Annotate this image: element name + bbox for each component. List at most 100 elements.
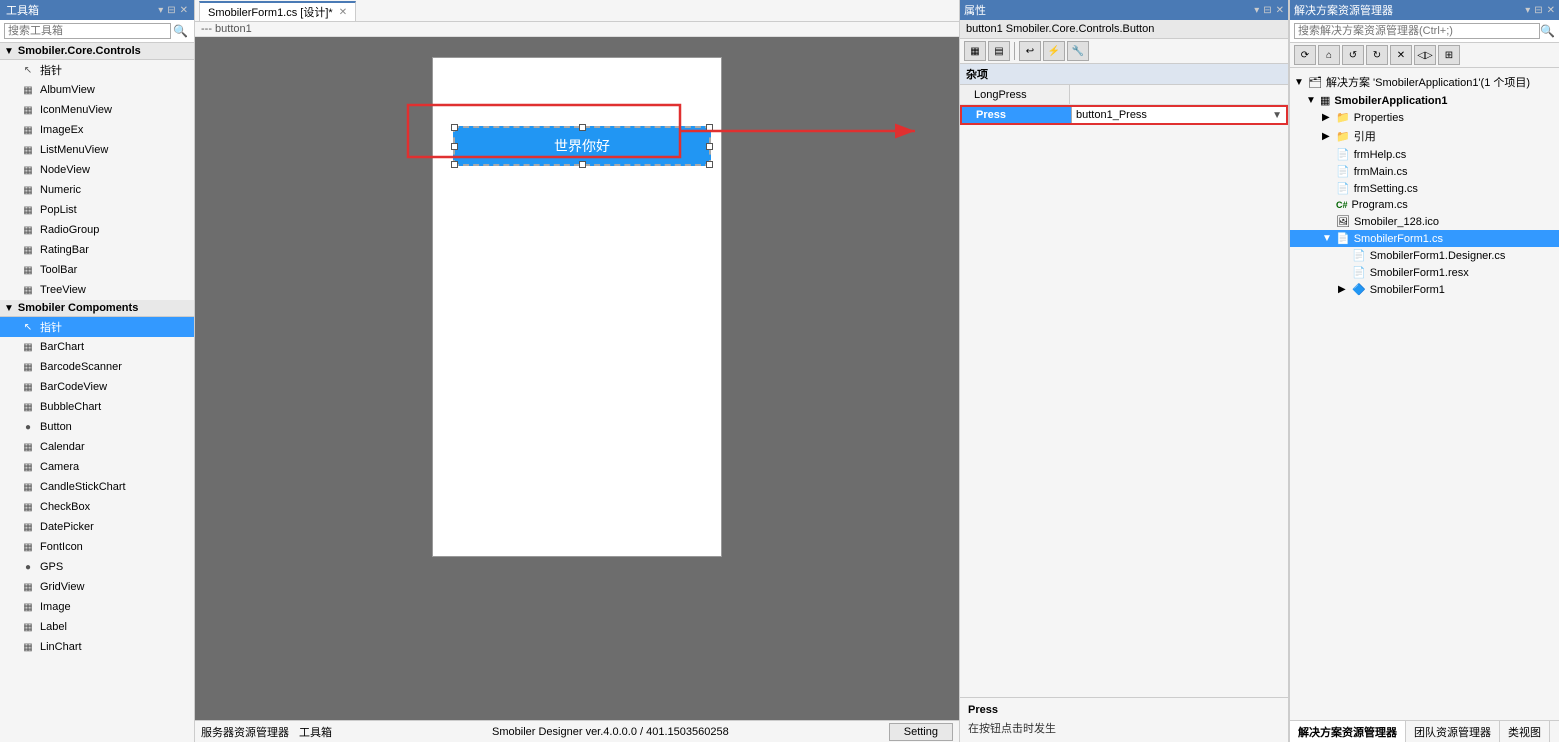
toolbox-pin-btn[interactable]: ▾ xyxy=(158,5,163,16)
solution-close-btn[interactable]: ✕ xyxy=(1547,5,1555,16)
sol-toolbar-btn-3[interactable]: ↺ xyxy=(1342,45,1364,65)
sol-toolbar-btn-6[interactable]: ◁▷ xyxy=(1414,45,1436,65)
sol-item-smobilerform1-node[interactable]: ▶ 🔷 SmobilerForm1 xyxy=(1290,281,1559,298)
resize-handle-t[interactable] xyxy=(579,124,586,131)
properties-dock-btn[interactable]: ⊟ xyxy=(1263,5,1271,16)
prop-toolbar-list-btn[interactable]: ▤ xyxy=(988,41,1010,61)
toolbox-item-datepicker[interactable]: ▦ DatePicker xyxy=(0,517,194,537)
sol-toolbar-btn-5[interactable]: ✕ xyxy=(1390,45,1412,65)
solution-pin-btn[interactable]: ▾ xyxy=(1525,5,1530,16)
toolbox-item-gridview[interactable]: ▦ GridView xyxy=(0,577,194,597)
toolbox-item-listmenuview[interactable]: ▦ ListMenuView xyxy=(0,140,194,160)
toolbox-item-radiogroup[interactable]: ▦ RadioGroup xyxy=(0,220,194,240)
toolbox-item-barcodeview[interactable]: ▦ BarCodeView xyxy=(0,377,194,397)
sol-toolbar-btn-4[interactable]: ↻ xyxy=(1366,45,1388,65)
prop-toolbar-grid-btn[interactable]: ▦ xyxy=(964,41,986,61)
prop-longpress-value[interactable] xyxy=(1070,85,1288,104)
prop-row-longpress[interactable]: LongPress xyxy=(960,85,1288,105)
toolbox-item-iconmenuview[interactable]: ▦ IconMenuView xyxy=(0,100,194,120)
sol-item-properties[interactable]: ▶ 📁 Properties xyxy=(1290,109,1559,126)
toolbox-item-fonticon[interactable]: ▦ FontIcon xyxy=(0,537,194,557)
prop-row-press-highlighted[interactable]: Press button1_Press ▼ xyxy=(960,105,1288,125)
solution-search-input[interactable] xyxy=(1294,23,1540,39)
sol-item-frmsetting[interactable]: 📄 frmSetting.cs xyxy=(1290,180,1559,197)
toolbox-item-bubblechart[interactable]: ▦ BubbleChart xyxy=(0,397,194,417)
resize-handle-b[interactable] xyxy=(579,161,586,168)
toolbox-item-albumview[interactable]: ▦ AlbumView xyxy=(0,80,194,100)
sol-label-2: Properties xyxy=(1354,112,1404,124)
toolbox-item-ratingbar[interactable]: ▦ RatingBar xyxy=(0,240,194,260)
toolbox-item-checkbox[interactable]: ▦ CheckBox xyxy=(0,497,194,517)
status-toolbox[interactable]: 工具箱 xyxy=(299,724,332,740)
designer-canvas[interactable]: 世界你好 xyxy=(195,37,959,720)
sol-item-app[interactable]: ▼ ▦ SmobilerApplication1 xyxy=(1290,92,1559,109)
sol-item-program[interactable]: C# Program.cs xyxy=(1290,197,1559,213)
sol-toolbar-btn-2[interactable]: ⌂ xyxy=(1318,45,1340,65)
properties-close-btn[interactable]: ✕ xyxy=(1276,5,1284,16)
toolbox-item-button[interactable]: ● Button xyxy=(0,417,194,437)
sol-tab-class[interactable]: 类视图 xyxy=(1500,721,1550,742)
sol-item-frmhelp[interactable]: 📄 frmHelp.cs xyxy=(1290,146,1559,163)
toolbox-item-poplist[interactable]: ▦ PopList xyxy=(0,200,194,220)
toolbox-dock-btn[interactable]: ⊟ xyxy=(167,5,175,16)
sol-label-1: SmobilerApplication1 xyxy=(1334,95,1447,107)
prop-press-value[interactable]: button1_Press ▼ xyxy=(1072,107,1286,123)
prop-press-dropdown-arrow[interactable]: ▼ xyxy=(1272,110,1282,121)
sol-item-resx[interactable]: 📄 SmobilerForm1.resx xyxy=(1290,264,1559,281)
toolbox-item-barchart[interactable]: ▦ BarChart xyxy=(0,337,194,357)
toolbox-item-toolbar[interactable]: ▦ ToolBar xyxy=(0,260,194,280)
numeric-icon: ▦ xyxy=(20,182,36,198)
toolbox-group-core[interactable]: ▼ Smobiler.Core.Controls xyxy=(0,43,194,60)
prop-toolbar-event-btn[interactable]: ⚡ xyxy=(1043,41,1065,61)
toolbox-item-numeric[interactable]: ▦ Numeric xyxy=(0,180,194,200)
sol-item-frmmain[interactable]: 📄 frmMain.cs xyxy=(1290,163,1559,180)
prop-toolbar-undo-btn[interactable]: ↩ xyxy=(1019,41,1041,61)
checkbox-icon: ▦ xyxy=(20,499,36,515)
solution-search-button[interactable]: 🔍 xyxy=(1540,24,1555,38)
resize-handle-r[interactable] xyxy=(706,143,713,150)
toolbox-item-gps[interactable]: ● GPS xyxy=(0,557,194,577)
properties-pin-btn[interactable]: ▾ xyxy=(1254,5,1259,16)
toolbox-item-candlestickchart[interactable]: ▦ CandleStickChart xyxy=(0,477,194,497)
prop-toolbar-settings-btn[interactable]: 🔧 xyxy=(1067,41,1089,61)
toolbox-item-image[interactable]: ▦ Image xyxy=(0,597,194,617)
sol-item-ref[interactable]: ▶ 📁 引用 xyxy=(1290,126,1559,146)
toolbox-group-components[interactable]: ▼ Smobiler Compoments xyxy=(0,300,194,317)
toolbox-content: ▼ Smobiler.Core.Controls ↖ 指针 ▦ AlbumVie… xyxy=(0,43,194,742)
status-server-explorer[interactable]: 服务器资源管理器 xyxy=(201,724,289,740)
checkbox-label: CheckBox xyxy=(40,501,90,513)
toolbox-search-button[interactable]: 🔍 xyxy=(171,24,190,38)
toolbox-item-calendar[interactable]: ▦ Calendar xyxy=(0,437,194,457)
sol-toolbar-btn-7[interactable]: ⊞ xyxy=(1438,45,1460,65)
resize-handle-br[interactable] xyxy=(706,161,713,168)
toolbox-item-nodeview[interactable]: ▦ NodeView xyxy=(0,160,194,180)
solution-dock-btn[interactable]: ⊟ xyxy=(1534,5,1542,16)
setting-button[interactable]: Setting xyxy=(889,723,953,741)
sol-item-designer-cs[interactable]: 📄 SmobilerForm1.Designer.cs xyxy=(1290,247,1559,264)
sol-item-ico[interactable]: 🖼 Smobiler_128.ico xyxy=(1290,213,1559,230)
prop-longpress-input[interactable] xyxy=(1074,89,1284,101)
resize-handle-tl[interactable] xyxy=(451,124,458,131)
toolbox-item-barcodescanner[interactable]: ▦ BarcodeScanner xyxy=(0,357,194,377)
toolbox-search-input[interactable] xyxy=(4,23,171,39)
selected-button[interactable]: 世界你好 xyxy=(453,126,711,166)
tab-designer[interactable]: SmobilerForm1.cs [设计]* ✕ xyxy=(199,1,356,21)
resize-handle-tr[interactable] xyxy=(706,124,713,131)
toolbox-item-linchart[interactable]: ▦ LinChart xyxy=(0,637,194,657)
sol-item-solution[interactable]: ▼ 🗂 解决方案 'SmobilerApplication1'(1 个项目) xyxy=(1290,72,1559,92)
resize-handle-bl[interactable] xyxy=(451,161,458,168)
toolbox-item-treeview[interactable]: ▦ TreeView xyxy=(0,280,194,300)
toolbox-item-pointer2[interactable]: ↖ 指针 xyxy=(0,317,194,337)
toolbox-item-imageex[interactable]: ▦ ImageEx xyxy=(0,120,194,140)
resize-handle-l[interactable] xyxy=(451,143,458,150)
group-comp-label: Smobiler Compoments xyxy=(18,302,138,314)
sol-tab-team[interactable]: 团队资源管理器 xyxy=(1406,721,1500,742)
toolbox-item-camera[interactable]: ▦ Camera xyxy=(0,457,194,477)
toolbox-item-pointer1[interactable]: ↖ 指针 xyxy=(0,60,194,80)
sol-item-smobilerform1[interactable]: ▼ 📄 SmobilerForm1.cs xyxy=(1290,230,1559,247)
sol-toolbar-btn-1[interactable]: ⟳ xyxy=(1294,45,1316,65)
toolbox-item-label[interactable]: ▦ Label xyxy=(0,617,194,637)
sol-tab-solution[interactable]: 解决方案资源管理器 xyxy=(1290,721,1406,742)
tab-close-btn[interactable]: ✕ xyxy=(339,7,347,18)
toolbox-close-btn[interactable]: ✕ xyxy=(180,5,188,16)
